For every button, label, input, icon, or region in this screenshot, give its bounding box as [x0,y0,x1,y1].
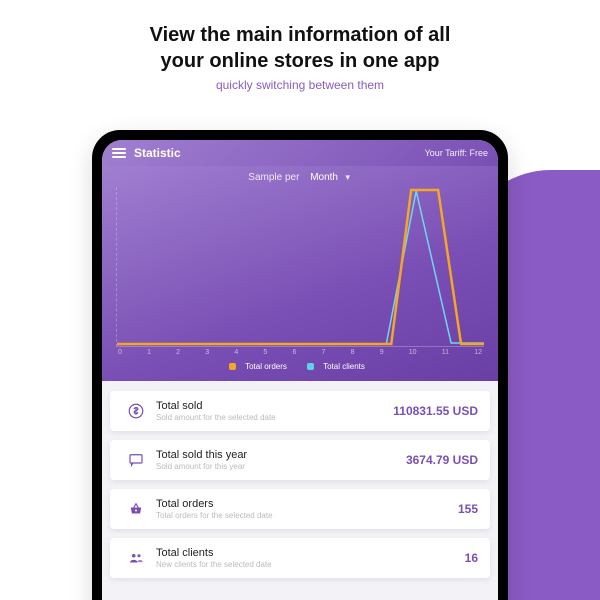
card-total-clients[interactable]: Total clients New clients for the select… [110,538,490,578]
card-value: 110831.55 USD [393,404,478,418]
card-title: Total orders [156,498,458,510]
line-chart [116,187,484,347]
legend-clients-swatch [307,363,314,370]
card-value: 3674.79 USD [406,453,478,467]
menu-icon[interactable] [112,148,126,158]
chart-svg [117,187,484,346]
page-title: Statistic [134,146,181,160]
card-desc: New clients for the selected date [156,560,465,569]
sample-selector[interactable]: Sample per Month ▼ [116,172,484,183]
tariff-label[interactable]: Your Tariff: Free [425,148,488,158]
dollar-icon [122,402,150,420]
hero-title: View the main information of all your on… [30,22,570,74]
chart-panel: Sample per Month ▼ 0123456789101112 Tota… [102,166,498,381]
sample-label: Sample per [248,172,299,183]
card-title: Total sold this year [156,449,406,461]
series-clients-line [117,191,484,344]
card-desc: Total orders for the selected date [156,511,458,520]
chevron-down-icon: ▼ [344,173,352,182]
card-title: Total clients [156,547,465,559]
hero-title-line2: your online stores in one app [161,50,440,72]
hero: View the main information of all your on… [0,0,600,102]
chat-icon [122,451,150,469]
basket-icon [122,500,150,518]
card-total-sold[interactable]: Total sold Sold amount for the selected … [110,391,490,431]
cards-list: Total sold Sold amount for the selected … [102,381,498,588]
hero-title-line1: View the main information of all [150,24,451,46]
card-total-sold-year[interactable]: Total sold this year Sold amount for thi… [110,440,490,480]
card-desc: Sold amount for the selected date [156,413,393,422]
sample-value: Month [310,172,338,183]
card-total-orders[interactable]: Total orders Total orders for the select… [110,489,490,529]
legend-orders: Total orders [229,362,293,371]
people-icon [122,549,150,567]
chart-legend: Total orders Total clients [116,362,484,371]
legend-clients: Total clients [307,362,371,371]
series-orders-line [117,190,484,344]
card-value: 155 [458,502,478,516]
topbar: Statistic Your Tariff: Free [102,140,498,166]
tablet-frame: Statistic Your Tariff: Free Sample per M… [92,130,508,600]
legend-orders-swatch [229,363,236,370]
card-value: 16 [465,551,478,565]
card-title: Total sold [156,400,393,412]
x-axis-ticks: 0123456789101112 [116,349,484,356]
hero-subtitle: quickly switching between them [30,78,570,92]
page-root: View the main information of all your on… [0,0,600,600]
card-desc: Sold amount for this year [156,462,406,471]
screen: Statistic Your Tariff: Free Sample per M… [102,140,498,600]
